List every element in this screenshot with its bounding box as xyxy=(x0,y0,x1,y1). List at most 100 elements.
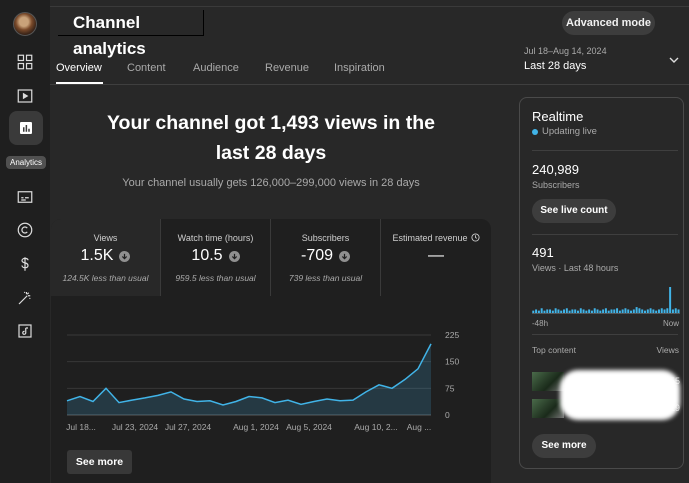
realtime-bar xyxy=(646,309,649,313)
realtime-bar xyxy=(563,309,566,313)
subscribers-label: Subscribers xyxy=(532,180,580,190)
subtitles-icon[interactable] xyxy=(12,184,38,210)
realtime-bar xyxy=(677,309,680,313)
realtime-bar xyxy=(537,310,540,313)
realtime-bar xyxy=(674,308,677,313)
metric-value: — xyxy=(428,247,444,264)
metric-estimated-revenue[interactable]: Estimated revenue — xyxy=(381,219,491,296)
content-icon[interactable] xyxy=(12,83,38,109)
updating-live-label: Updating live xyxy=(542,126,597,137)
realtime-bar xyxy=(568,310,571,313)
realtime-bar xyxy=(649,308,652,313)
info-icon[interactable] xyxy=(470,233,480,242)
realtime-bar xyxy=(574,309,577,313)
metric-label: Views xyxy=(93,233,118,243)
realtime-bar xyxy=(599,310,602,313)
realtime-bar xyxy=(551,310,554,313)
realtime-see-more-button[interactable]: See more xyxy=(532,434,596,458)
y-tick-label: 75 xyxy=(445,383,455,393)
metric-label: Estimated revenue xyxy=(392,233,468,243)
realtime-bar xyxy=(652,309,655,313)
realtime-bar xyxy=(588,309,591,313)
date-period-label[interactable]: Last 28 days xyxy=(524,60,586,72)
customize-icon[interactable] xyxy=(12,285,38,311)
realtime-bar xyxy=(610,309,613,313)
metric-views[interactable]: Views 1.5K 124.5K less than usual xyxy=(51,219,160,296)
tab-audience[interactable]: Audience xyxy=(193,62,239,74)
overview-card: Views 1.5K 124.5K less than usual Watch … xyxy=(51,219,491,483)
realtime-bar xyxy=(576,310,579,313)
x-tick-label: Aug 10, 2... xyxy=(354,422,397,432)
chevron-down-icon[interactable] xyxy=(668,54,680,66)
advanced-mode-button[interactable]: Advanced mode xyxy=(562,11,655,35)
live-dot-icon xyxy=(532,128,538,135)
realtime-bar xyxy=(660,308,663,313)
realtime-bar xyxy=(663,309,666,313)
tab-content[interactable]: Content xyxy=(127,62,166,74)
realtime-bar xyxy=(593,308,596,313)
realtime-bar xyxy=(638,308,641,313)
realtime-bar xyxy=(644,310,646,313)
axis-end-label: Now xyxy=(662,319,679,328)
realtime-bar xyxy=(532,310,535,313)
realtime-title: Realtime xyxy=(532,109,584,124)
arrow-down-icon xyxy=(339,250,351,262)
realtime-bar xyxy=(671,309,674,313)
divider xyxy=(532,234,678,235)
metric-value: 10.5 xyxy=(191,247,223,264)
dashboard-icon[interactable] xyxy=(12,49,38,75)
realtime-bar xyxy=(535,309,538,313)
earn-icon[interactable] xyxy=(12,251,38,277)
metric-sub: 959.5 less than usual xyxy=(175,273,256,283)
analytics-icon[interactable] xyxy=(9,111,43,145)
realtime-bar xyxy=(655,310,658,313)
copyright-icon[interactable] xyxy=(12,217,38,243)
x-tick-label: Jul 23, 2024 xyxy=(112,422,159,432)
audio-library-icon[interactable] xyxy=(12,318,38,344)
realtime-bar xyxy=(540,308,543,313)
realtime-bar xyxy=(635,307,638,313)
tab-inspiration[interactable]: Inspiration xyxy=(334,62,385,74)
views-headline: Your channel got 1,493 views in the last… xyxy=(107,112,435,164)
arrow-down-icon xyxy=(228,250,240,262)
subscribers-count: 240,989 xyxy=(532,162,579,177)
realtime-bar xyxy=(543,310,546,313)
x-tick-label: Jul 18... xyxy=(66,422,96,432)
views-subheadline: Your channel usually gets 126,000–299,00… xyxy=(122,177,420,189)
date-range[interactable]: Jul 18–Aug 14, 2024 xyxy=(524,46,607,56)
realtime-bar xyxy=(630,310,633,313)
sidebar: Analytics xyxy=(0,0,50,483)
realtime-bar xyxy=(669,287,672,313)
realtime-bar xyxy=(546,309,549,313)
see-live-count-button[interactable]: See live count xyxy=(532,199,616,223)
channel-avatar[interactable] xyxy=(13,12,37,36)
divider xyxy=(532,150,678,151)
tab-overview[interactable]: Overview xyxy=(56,62,102,74)
page-title: Channel analytics xyxy=(58,10,204,58)
views-chart[interactable]: 225 150 75 0 Jul 18... Jul 23, 2024 Jul 27, 20… xyxy=(51,305,491,435)
realtime-bar-chart[interactable] xyxy=(532,286,680,314)
divider xyxy=(532,334,678,335)
realtime-bar xyxy=(557,309,560,313)
metric-sub: 739 less than usual xyxy=(288,273,363,283)
realtime-bar xyxy=(632,309,635,313)
axis-start-label: -48h xyxy=(532,319,549,328)
realtime-bar xyxy=(590,310,593,313)
y-tick-label: 150 xyxy=(445,357,459,367)
metric-subscribers[interactable]: Subscribers -709 739 less than usual xyxy=(271,219,380,296)
top-divider xyxy=(50,6,689,7)
realtime-bar xyxy=(549,309,552,313)
metric-watch-time[interactable]: Watch time (hours) 10.5 959.5 less than … xyxy=(161,219,270,296)
y-tick-label: 225 xyxy=(445,330,459,340)
realtime-bar xyxy=(624,308,627,313)
realtime-bar xyxy=(571,309,574,313)
realtime-views-label: Views · Last 48 hours xyxy=(532,263,619,273)
tab-revenue[interactable]: Revenue xyxy=(265,62,309,74)
arrow-down-icon xyxy=(119,250,131,262)
tabs-divider xyxy=(50,84,689,85)
metric-label: Watch time (hours) xyxy=(177,233,254,243)
metric-value: -709 xyxy=(300,247,334,264)
see-more-button[interactable]: See more xyxy=(67,450,132,474)
realtime-bar xyxy=(641,309,644,313)
metric-label: Subscribers xyxy=(301,233,350,243)
